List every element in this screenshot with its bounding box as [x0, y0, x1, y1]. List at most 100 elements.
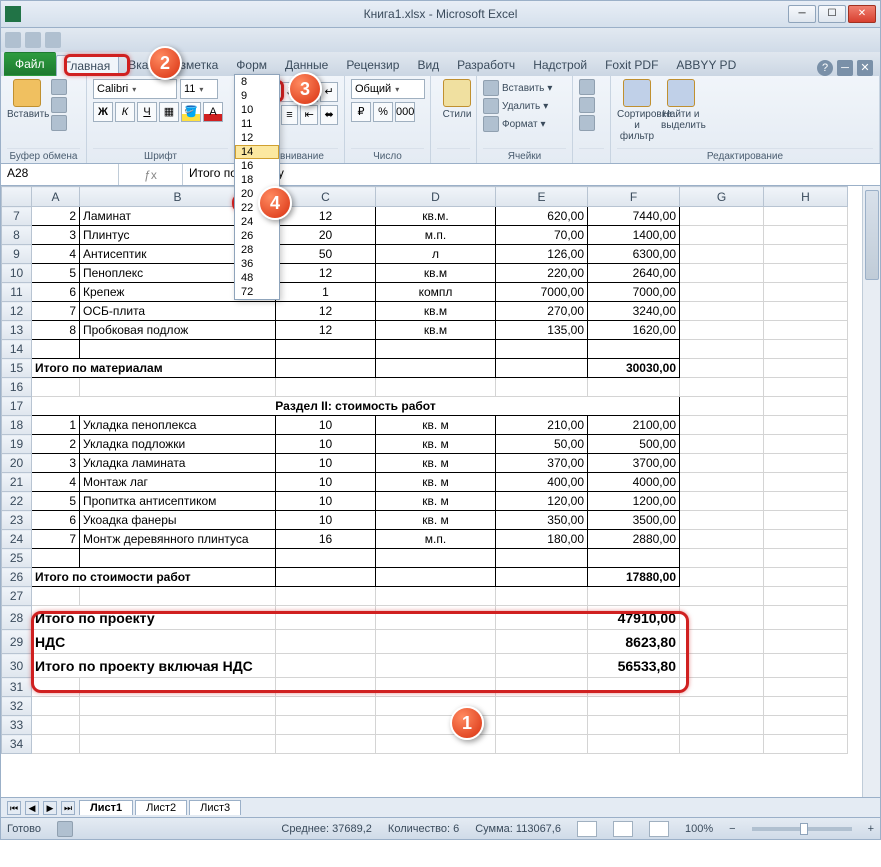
- cell[interactable]: 10: [276, 454, 376, 473]
- font-name-combo[interactable]: Calibri▾: [93, 79, 177, 99]
- cell[interactable]: 2100,00: [588, 416, 680, 435]
- row-header-32[interactable]: 32: [2, 697, 32, 716]
- number-format-combo[interactable]: Общий▾: [351, 79, 425, 99]
- name-box[interactable]: A28: [1, 164, 119, 185]
- cell[interactable]: 16: [276, 530, 376, 549]
- row-header-8[interactable]: 8: [2, 226, 32, 245]
- col-header-D[interactable]: D: [376, 187, 496, 207]
- tab-nav-last[interactable]: ⏭: [61, 801, 75, 815]
- cell[interactable]: [276, 549, 376, 568]
- border-button[interactable]: ▦: [159, 102, 179, 122]
- indent-dec-button[interactable]: ⇤: [300, 105, 318, 125]
- close-button[interactable]: ✕: [848, 5, 876, 23]
- tab-file[interactable]: Файл: [4, 52, 56, 76]
- cell[interactable]: [496, 678, 588, 697]
- cell[interactable]: 126,00: [496, 245, 588, 264]
- size-option-48[interactable]: 48: [235, 271, 279, 285]
- cell[interactable]: [764, 716, 848, 735]
- row-header-29[interactable]: 29: [2, 630, 32, 654]
- cell[interactable]: [496, 359, 588, 378]
- cell[interactable]: [680, 340, 764, 359]
- cell[interactable]: [496, 549, 588, 568]
- cell[interactable]: 7: [32, 302, 80, 321]
- zoom-level[interactable]: 100%: [685, 823, 713, 835]
- sheet-tab-Лист1[interactable]: Лист1: [79, 800, 133, 815]
- cell[interactable]: кв.м: [376, 321, 496, 340]
- size-option-11[interactable]: 11: [235, 117, 279, 131]
- row-header-27[interactable]: 27: [2, 587, 32, 606]
- tab-Надстрой[interactable]: Надстрой: [524, 54, 596, 76]
- size-option-18[interactable]: 18: [235, 173, 279, 187]
- cell[interactable]: л: [376, 245, 496, 264]
- cell[interactable]: 370,00: [496, 454, 588, 473]
- cell[interactable]: [764, 226, 848, 245]
- cell[interactable]: [80, 587, 276, 606]
- cell[interactable]: [376, 549, 496, 568]
- cell[interactable]: [276, 587, 376, 606]
- cell[interactable]: 180,00: [496, 530, 588, 549]
- cell[interactable]: [32, 340, 80, 359]
- cell[interactable]: [276, 697, 376, 716]
- cell[interactable]: [276, 340, 376, 359]
- cell[interactable]: [80, 716, 276, 735]
- cell[interactable]: 270,00: [496, 302, 588, 321]
- delete-cells-button[interactable]: Удалить ▾: [483, 97, 566, 115]
- zoom-out-button[interactable]: −: [729, 823, 735, 835]
- row-header-14[interactable]: 14: [2, 340, 32, 359]
- cell[interactable]: [764, 678, 848, 697]
- cell[interactable]: [764, 245, 848, 264]
- tab-Форм[interactable]: Форм: [227, 54, 276, 76]
- cell[interactable]: [376, 735, 496, 754]
- cell[interactable]: [80, 549, 276, 568]
- row-header-31[interactable]: 31: [2, 678, 32, 697]
- cell[interactable]: 1: [276, 283, 376, 302]
- cell[interactable]: кв. м: [376, 454, 496, 473]
- cell[interactable]: [376, 630, 496, 654]
- find-select-button[interactable]: Найти и выделить: [661, 79, 701, 131]
- row-header-19[interactable]: 19: [2, 435, 32, 454]
- cell[interactable]: 12: [276, 302, 376, 321]
- cell[interactable]: [764, 697, 848, 716]
- cell[interactable]: 3500,00: [588, 511, 680, 530]
- cell[interactable]: [496, 654, 588, 678]
- tab-nav-next[interactable]: ▶: [43, 801, 57, 815]
- cell[interactable]: компл: [376, 283, 496, 302]
- cell[interactable]: [680, 606, 764, 630]
- undo-icon[interactable]: [25, 32, 41, 48]
- row-header-25[interactable]: 25: [2, 549, 32, 568]
- cell[interactable]: Итого по проекту: [32, 606, 276, 630]
- cell[interactable]: Пропитка антисептиком: [80, 492, 276, 511]
- cell[interactable]: [680, 511, 764, 530]
- merge-button[interactable]: ⬌: [320, 105, 338, 125]
- cell[interactable]: [32, 697, 80, 716]
- cell[interactable]: [764, 378, 848, 397]
- cell[interactable]: [276, 678, 376, 697]
- cell[interactable]: [764, 606, 848, 630]
- underline-button[interactable]: Ч: [137, 102, 157, 122]
- cell[interactable]: [764, 359, 848, 378]
- cell[interactable]: 4000,00: [588, 473, 680, 492]
- size-option-14[interactable]: 14: [235, 145, 279, 159]
- vertical-scrollbar[interactable]: [862, 186, 880, 797]
- insert-cells-button[interactable]: Вставить ▾: [483, 79, 566, 97]
- cell[interactable]: [496, 606, 588, 630]
- cell[interactable]: 8: [32, 321, 80, 340]
- cell[interactable]: [764, 630, 848, 654]
- cell[interactable]: [32, 735, 80, 754]
- cell[interactable]: 4: [32, 245, 80, 264]
- cell[interactable]: ОСБ-плита: [80, 302, 276, 321]
- cell[interactable]: [680, 697, 764, 716]
- cell[interactable]: 220,00: [496, 264, 588, 283]
- cell[interactable]: [276, 359, 376, 378]
- tab-nav-first[interactable]: ⏮: [7, 801, 21, 815]
- cell[interactable]: [32, 549, 80, 568]
- tab-Foxit PDF[interactable]: Foxit PDF: [596, 54, 667, 76]
- cell[interactable]: [276, 606, 376, 630]
- row-header-7[interactable]: 7: [2, 207, 32, 226]
- cell[interactable]: Монтж деревянного плинтуса: [80, 530, 276, 549]
- cell[interactable]: [376, 359, 496, 378]
- cell[interactable]: Монтаж лаг: [80, 473, 276, 492]
- tab-nav-prev[interactable]: ◀: [25, 801, 39, 815]
- cell[interactable]: [496, 716, 588, 735]
- cell[interactable]: [764, 473, 848, 492]
